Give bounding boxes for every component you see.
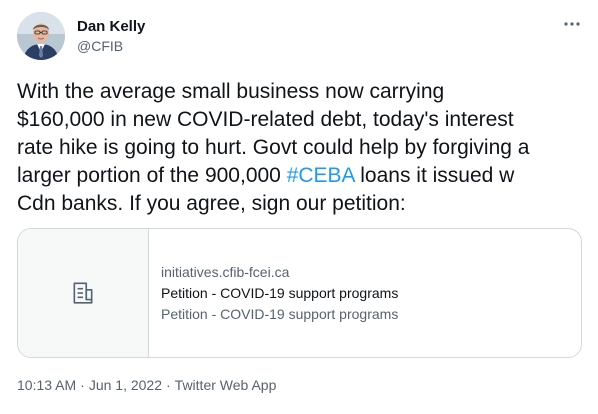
tweet-metadata: 10:13 AM · Jun 1, 2022 · Twitter Web App (17, 375, 276, 395)
tweet-time[interactable]: 10:13 AM (17, 377, 76, 393)
avatar-photo (17, 12, 65, 60)
card-thumbnail (18, 229, 149, 357)
tweet-text-segment: loans it issued w (354, 164, 515, 187)
tweet: Dan Kelly @CFIB With the average small b… (0, 0, 598, 414)
card-domain: initiatives.cfib-fcei.ca (161, 263, 290, 280)
more-icon (564, 22, 580, 26)
tweet-text-line: Cdn banks. If you agree, sign our petiti… (17, 192, 406, 215)
author-display-name[interactable]: Dan Kelly (77, 18, 145, 36)
separator: · (166, 377, 171, 393)
link-preview-card[interactable]: initiatives.cfib-fcei.ca Petition - COVI… (17, 228, 582, 358)
tweet-text-line: $160,000 in new COVID-related debt, toda… (17, 108, 514, 131)
author-handle[interactable]: @CFIB (77, 37, 145, 55)
more-options-button[interactable] (562, 14, 582, 34)
separator: · (80, 377, 85, 393)
tweet-text-line: rate hike is going to hurt. Govt could h… (17, 136, 530, 159)
author-info: Dan Kelly @CFIB (77, 18, 145, 55)
document-icon (73, 282, 93, 304)
card-title: Petition - COVID-19 support programs (161, 284, 399, 301)
tweet-text-line: With the average small business now carr… (17, 80, 445, 103)
card-body: initiatives.cfib-fcei.ca Petition - COVI… (149, 229, 398, 357)
avatar[interactable] (17, 12, 65, 60)
tweet-text-line: larger portion of the 900,000 #CEBA loan… (17, 162, 592, 190)
card-description: Petition - COVID-19 support programs (161, 305, 399, 322)
tweet-source[interactable]: Twitter Web App (175, 377, 277, 393)
hashtag-link[interactable]: #CEBA (287, 164, 355, 187)
tweet-date[interactable]: Jun 1, 2022 (89, 377, 162, 393)
tweet-text-segment: larger portion of the 900,000 (17, 164, 287, 187)
tweet-text: With the average small business now carr… (17, 78, 592, 218)
